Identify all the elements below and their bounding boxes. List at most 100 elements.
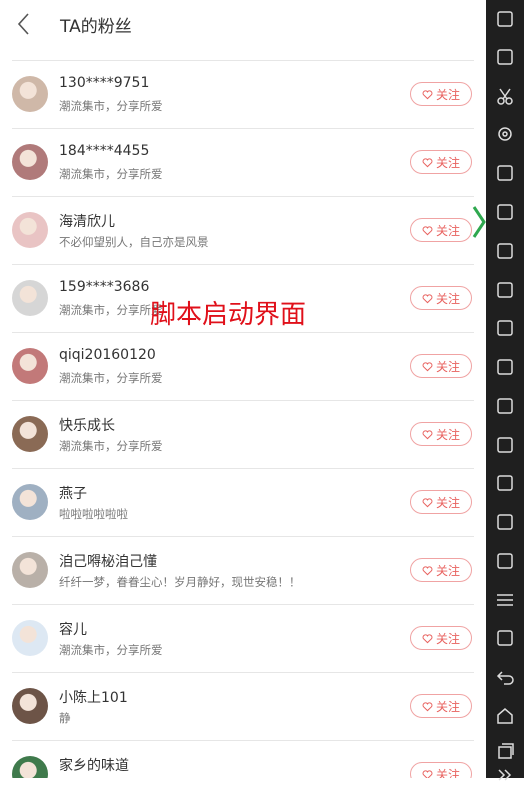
fullscreen-icon[interactable] [494, 201, 516, 223]
fan-name[interactable]: 130****9751 [59, 75, 149, 91]
follow-label: 关注 [435, 87, 460, 102]
fan-signature: 潮流集市，分享所爱 [59, 99, 163, 113]
fan-signature: 潮流集市，分享所爱 [59, 167, 163, 181]
follow-button[interactable]: 关注 [410, 150, 472, 174]
app-screen: TA的粉丝 130****9751 潮流集市，分享所爱 关注 184****4455 潮… [0, 0, 486, 778]
edge-handle-icon[interactable] [472, 203, 486, 241]
heart-outline-icon [422, 769, 433, 778]
fans-list: 130****9751 潮流集市，分享所爱 关注 184****4455 潮流集市，分享… [0, 61, 486, 778]
follow-label: 关注 [435, 359, 460, 374]
volume-down-icon[interactable] [494, 279, 516, 301]
fan-name[interactable]: 燕子 [59, 483, 87, 503]
heart-outline-icon [422, 157, 433, 167]
fan-signature: 潮流集市，分享所爱 [59, 371, 163, 385]
fan-row[interactable]: 130****9751 潮流集市，分享所爱 关注 [12, 61, 474, 129]
avatar[interactable] [12, 688, 48, 724]
fan-signature: 不必仰望别人，自己亦是风景 [59, 235, 209, 249]
back-chevron-icon[interactable] [12, 10, 36, 38]
recents-icon[interactable] [494, 740, 516, 762]
follow-button[interactable]: 关注 [410, 694, 472, 718]
avatar[interactable] [12, 76, 48, 112]
fan-row[interactable]: 洎己嘚柲洎己懂 纤纤一梦，眷眷尘心！岁月静好，现世安稳！！ 关注 [12, 537, 474, 605]
fan-signature: 潮流集市，分享所爱 [59, 303, 163, 317]
page-title: TA的粉丝 [60, 17, 132, 37]
apk-install-icon[interactable] [494, 317, 516, 339]
loading-icon[interactable] [494, 356, 516, 378]
scissors-icon[interactable] [494, 85, 516, 107]
follow-button[interactable]: 关注 [410, 218, 472, 242]
header-bar: TA的粉丝 [0, 0, 486, 48]
fan-name[interactable]: 洎己嘚柲洎己懂 [59, 551, 157, 571]
avatar[interactable] [12, 484, 48, 520]
follow-label: 关注 [435, 767, 460, 779]
fan-row[interactable]: 快乐成长潮流集市，分享所爱 关注 [12, 401, 474, 469]
heart-outline-icon [422, 701, 433, 711]
fan-row[interactable]: 小陈上101 静 关注 [12, 673, 474, 741]
heart-outline-icon [422, 293, 433, 303]
menu-icon[interactable] [494, 589, 516, 611]
avatar[interactable] [12, 416, 48, 452]
fan-name[interactable]: 快乐成长 [59, 415, 115, 435]
keyboard-icon[interactable] [494, 46, 516, 68]
fan-name[interactable]: 家乡的味道 [59, 755, 129, 775]
fan-signature: 啦啦啦啦啦啦 [59, 507, 128, 521]
fan-name[interactable]: 184****4455 [59, 143, 149, 159]
emulator-sidebar [486, 0, 524, 781]
fan-name[interactable]: 容儿 [59, 619, 87, 639]
fan-name[interactable]: 159****3686 [59, 279, 149, 295]
fan-row[interactable]: 容儿潮流集市，分享所爱 关注 [12, 605, 474, 673]
fan-name[interactable]: qiqi20160120 [59, 347, 156, 363]
overlay-label: 脚本启动界面 [150, 300, 307, 330]
follow-button[interactable]: 关注 [410, 286, 472, 310]
fan-signature: 潮流集市，分享所爱 [59, 439, 163, 453]
gamepad-icon[interactable] [494, 511, 516, 533]
heart-outline-icon [422, 429, 433, 439]
follow-label: 关注 [435, 495, 460, 510]
follow-button[interactable]: 关注 [410, 422, 472, 446]
fan-row[interactable]: 184****4455 潮流集市，分享所爱 关注 [12, 129, 474, 197]
avatar[interactable] [12, 620, 48, 656]
fan-row[interactable]: qiqi20160120 潮流集市，分享所爱 关注 [12, 333, 474, 401]
follow-label: 关注 [435, 223, 460, 238]
fan-row[interactable]: 海清欣儿不必仰望别人，自己亦是风景 关注 [12, 197, 474, 265]
shake-icon[interactable] [494, 395, 516, 417]
fan-name[interactable]: 海清欣儿 [59, 211, 115, 231]
avatar[interactable] [12, 280, 48, 316]
more-icon[interactable] [494, 765, 516, 787]
back-icon[interactable] [494, 666, 516, 688]
volume-up-icon[interactable] [494, 240, 516, 262]
screen-icon[interactable] [494, 162, 516, 184]
toolbox-icon[interactable] [494, 472, 516, 494]
follow-button[interactable]: 关注 [410, 626, 472, 650]
follow-button[interactable]: 关注 [410, 490, 472, 514]
follow-label: 关注 [435, 631, 460, 646]
heart-outline-icon [422, 89, 433, 99]
avatar[interactable] [12, 756, 48, 778]
camera-icon[interactable] [494, 434, 516, 456]
avatar[interactable] [12, 552, 48, 588]
fan-signature: 潮流集市，分享所爱 [59, 643, 163, 657]
fan-row[interactable]: 家乡的味道关注 [12, 741, 474, 778]
follow-button[interactable]: 关注 [410, 558, 472, 582]
fan-name[interactable]: 小陈上101 [59, 687, 128, 707]
home-icon[interactable] [494, 705, 516, 727]
follow-label: 关注 [435, 155, 460, 170]
follow-button[interactable]: 关注 [410, 762, 472, 778]
fan-signature: 静 [59, 711, 71, 725]
add-icon[interactable] [494, 627, 516, 649]
follow-button[interactable]: 关注 [410, 82, 472, 106]
avatar[interactable] [12, 212, 48, 248]
follow-label: 关注 [435, 291, 460, 306]
heart-outline-icon [422, 633, 433, 643]
follow-label: 关注 [435, 699, 460, 714]
heart-outline-icon [422, 497, 433, 507]
follow-label: 关注 [435, 427, 460, 442]
fan-row[interactable]: 燕子啦啦啦啦啦啦 关注 [12, 469, 474, 537]
avatar[interactable] [12, 348, 48, 384]
avatar[interactable] [12, 144, 48, 180]
location-icon[interactable] [494, 124, 516, 146]
link-icon[interactable] [494, 550, 516, 572]
vibrate-icon[interactable] [494, 8, 516, 30]
heart-outline-icon [422, 361, 433, 371]
follow-button[interactable]: 关注 [410, 354, 472, 378]
